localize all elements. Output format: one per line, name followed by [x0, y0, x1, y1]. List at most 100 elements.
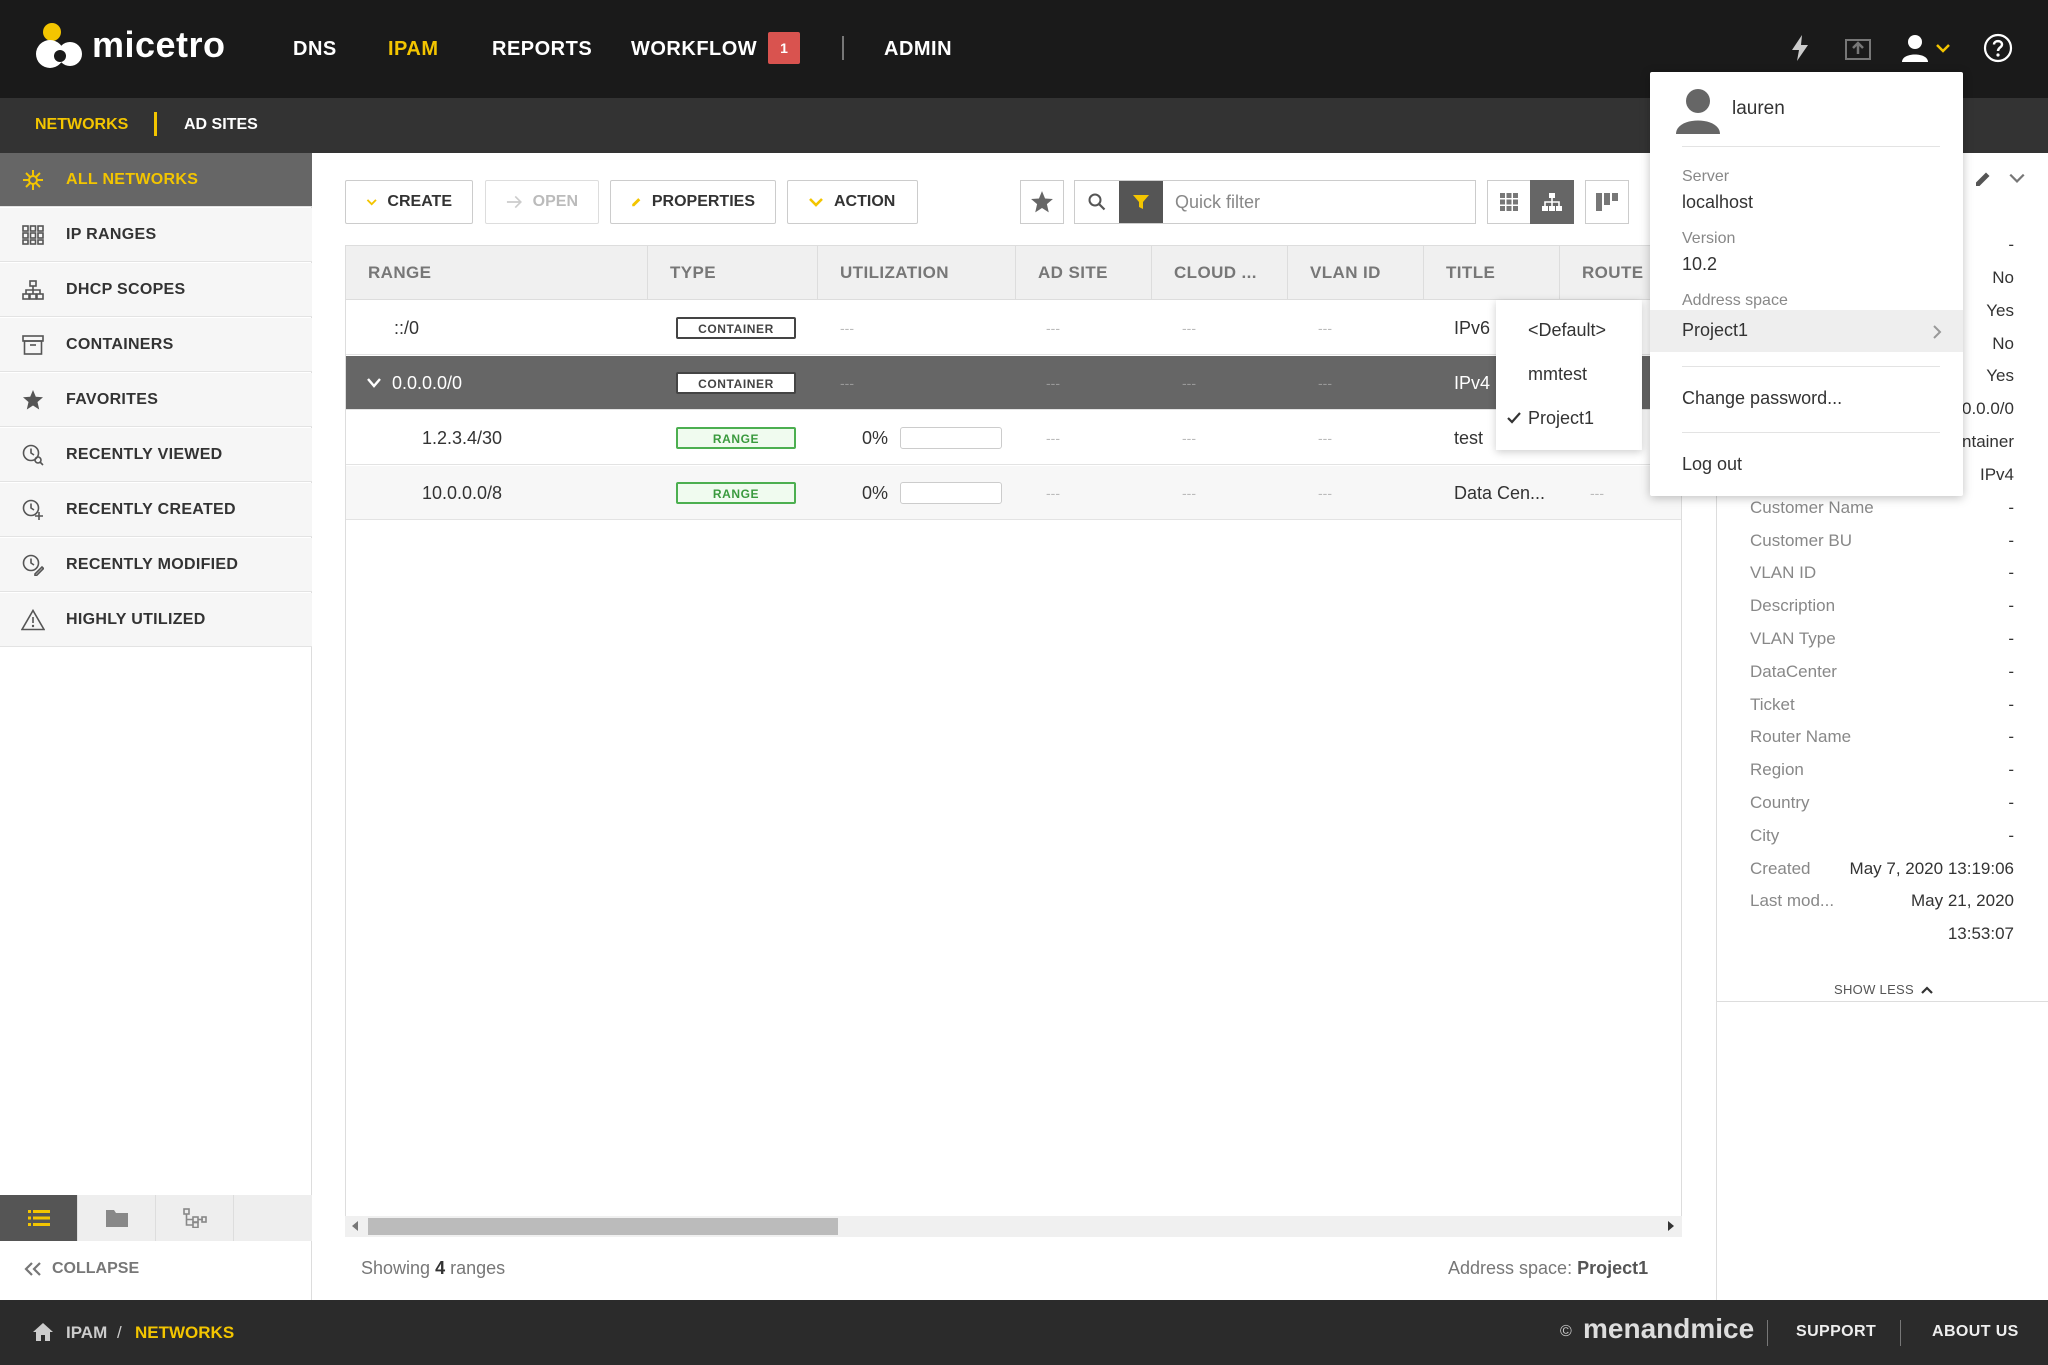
open-label: OPEN	[532, 193, 578, 210]
about-us-link[interactable]: ABOUT US	[1932, 1323, 2019, 1341]
quick-filter-box	[1074, 180, 1476, 224]
sidebar-item-recently-created[interactable]: RECENTLY CREATED	[0, 483, 312, 537]
columns-icon	[1596, 193, 1618, 211]
chevron-down-icon[interactable]	[2008, 172, 2026, 184]
nav-ipam[interactable]: IPAM	[388, 38, 439, 61]
sidebar-item-ip-ranges[interactable]: IP RANGES	[0, 208, 312, 262]
sidebar-item-containers[interactable]: CONTAINERS	[0, 318, 312, 372]
table-row[interactable]: 10.0.0.0/8 RANGE 0% --- --- --- Data Cen…	[346, 466, 1681, 520]
nav-dns[interactable]: DNS	[293, 38, 337, 61]
sidebar-item-recently-modified[interactable]: RECENTLY MODIFIED	[0, 538, 312, 592]
sidebar-item-highly-utilized[interactable]: HIGHLY UTILIZED	[0, 593, 312, 647]
open-button[interactable]: OPEN	[485, 180, 599, 224]
showing-count-text: Showing 4 ranges	[361, 1258, 505, 1279]
chevron-right-icon	[1933, 325, 1942, 339]
property-label: Customer BU	[1750, 531, 1853, 550]
filter-icon[interactable]	[1119, 181, 1163, 223]
address-space-status: Address space: Project1	[1448, 1258, 1648, 1279]
list-view-button[interactable]	[0, 1195, 78, 1241]
user-menu-button[interactable]	[1896, 30, 1956, 66]
nav-admin[interactable]: ADMIN	[884, 38, 952, 61]
ad-site-cell: ---	[1046, 485, 1060, 501]
tree-view-button[interactable]	[156, 1195, 234, 1241]
utilization-value: 0%	[862, 428, 889, 448]
version-value: 10.2	[1682, 254, 1718, 274]
breadcrumb-ipam[interactable]: IPAM	[66, 1323, 107, 1343]
route-cell: ---	[1590, 485, 1604, 501]
table-row[interactable]: ::/0 CONTAINER --- --- --- --- IPv6	[346, 301, 1681, 355]
chevron-down-icon	[1936, 44, 1950, 53]
change-password-item[interactable]: Change password...	[1682, 388, 1842, 409]
sidebar-item-dhcp-scopes[interactable]: DHCP SCOPES	[0, 263, 312, 317]
tree-icon	[182, 1208, 207, 1228]
show-less-button[interactable]: SHOW LESS	[1834, 982, 1934, 997]
sidebar-item-all-networks[interactable]: ALL NETWORKS	[0, 153, 312, 207]
pencil-icon[interactable]	[1974, 170, 1992, 188]
address-space-status-value: Project1	[1577, 1258, 1649, 1278]
sidebar-item-recently-viewed[interactable]: RECENTLY VIEWED	[0, 428, 312, 482]
address-space-option-mmtest[interactable]: mmtest	[1528, 364, 1587, 385]
properties-button[interactable]: PROPERTIES	[610, 180, 776, 224]
nav-reports[interactable]: REPORTS	[492, 38, 592, 61]
grid-view-button[interactable]	[1487, 180, 1531, 224]
collapse-sidebar-button[interactable]: COLLAPSE	[24, 1260, 139, 1278]
favorite-toggle-button[interactable]	[1020, 180, 1064, 224]
table-header: RANGE TYPE UTILIZATION AD SITE CLOUD ...…	[346, 246, 1681, 300]
column-header-ad-site[interactable]: AD SITE	[1016, 246, 1152, 300]
columns-view-button[interactable]	[1585, 180, 1629, 224]
scroll-left-icon[interactable]	[350, 1220, 360, 1232]
table-row[interactable]: 0.0.0.0/0 CONTAINER --- --- --- --- IPv4	[346, 356, 1681, 410]
property-label: VLAN ID	[1750, 563, 1817, 582]
nav-separator	[842, 36, 844, 60]
column-header-utilization[interactable]: UTILIZATION	[818, 246, 1016, 300]
subnav-separator	[154, 112, 157, 136]
sidebar-item-favorites[interactable]: FAVORITES	[0, 373, 312, 427]
column-header-range[interactable]: RANGE	[346, 246, 648, 300]
search-icon[interactable]	[1075, 181, 1119, 223]
hierarchy-view-button[interactable]	[1530, 180, 1574, 224]
sidebar-item-label: ALL NETWORKS	[66, 170, 199, 188]
property-value: May 7, 2020 13:19:06	[1849, 859, 2014, 878]
cloud-cell: ---	[1182, 320, 1196, 336]
chevron-down-icon[interactable]	[366, 377, 382, 389]
property-value: -	[2008, 662, 2014, 681]
double-chevron-left-icon	[24, 1262, 41, 1276]
subnav-networks[interactable]: NETWORKS	[35, 116, 128, 134]
create-button[interactable]: CREATE	[345, 180, 473, 224]
home-icon[interactable]	[32, 1322, 54, 1342]
address-space-option-project1[interactable]: Project1	[1528, 408, 1594, 429]
workflow-badge[interactable]: 1	[768, 32, 800, 64]
help-icon[interactable]	[1980, 30, 2016, 66]
property-value: -	[2008, 596, 2014, 615]
column-header-vlan-id[interactable]: VLAN ID	[1288, 246, 1424, 300]
address-space-option-default[interactable]: <Default>	[1528, 320, 1606, 341]
property-value: 0.0.0/0	[1962, 399, 2014, 418]
subnav-ad-sites[interactable]: AD SITES	[184, 116, 258, 134]
chevron-down-icon	[366, 199, 377, 206]
recently-viewed-icon	[0, 444, 66, 466]
lightning-icon[interactable]	[1782, 30, 1818, 66]
action-button[interactable]: ACTION	[787, 180, 918, 224]
sidebar-item-label: CONTAINERS	[66, 335, 174, 353]
breadcrumb-networks[interactable]: NETWORKS	[135, 1323, 234, 1343]
column-header-title[interactable]: TITLE	[1424, 246, 1560, 300]
scrollbar-thumb[interactable]	[368, 1218, 838, 1235]
sidebar-item-label: DHCP SCOPES	[66, 280, 186, 298]
table-row[interactable]: 1.2.3.4/30 RANGE 0% --- --- --- test	[346, 411, 1681, 465]
property-value: No	[1992, 268, 2014, 287]
column-header-type[interactable]: TYPE	[648, 246, 818, 300]
upload-box-icon[interactable]	[1840, 30, 1876, 66]
ad-site-cell: ---	[1046, 320, 1060, 336]
nav-workflow[interactable]: WORKFLOW	[631, 38, 757, 61]
folder-view-button[interactable]	[78, 1195, 156, 1241]
quick-filter-input[interactable]	[1163, 191, 1463, 213]
showing-prefix: Showing	[361, 1258, 431, 1278]
column-header-cloud[interactable]: CLOUD ...	[1152, 246, 1288, 300]
breadcrumb-separator: /	[117, 1323, 122, 1342]
scroll-right-icon[interactable]	[1666, 1220, 1676, 1232]
support-link[interactable]: SUPPORT	[1796, 1323, 1876, 1341]
panel-divider	[1717, 1001, 2048, 1002]
property-label: Country	[1750, 793, 1810, 812]
logout-item[interactable]: Log out	[1682, 454, 1742, 475]
cloud-cell: ---	[1182, 375, 1196, 391]
